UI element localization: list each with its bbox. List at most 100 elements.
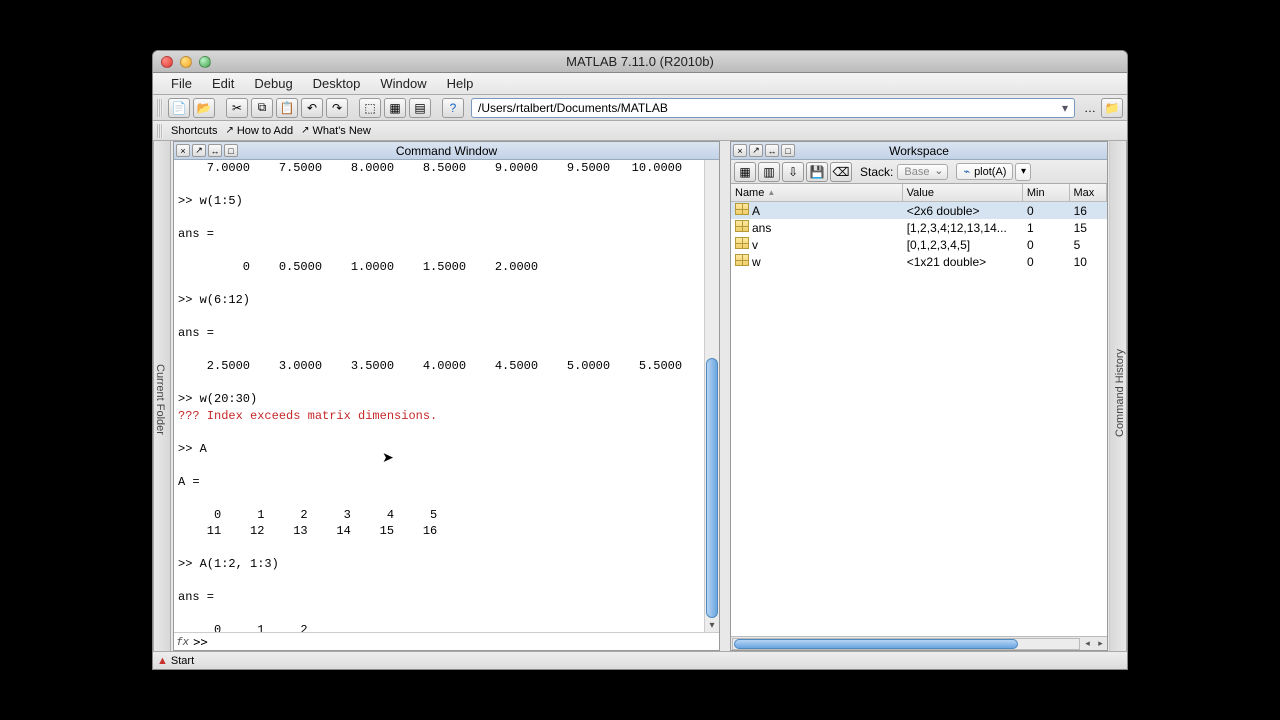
paste-button[interactable]: 📋 bbox=[276, 98, 298, 118]
output-line bbox=[178, 309, 700, 326]
shortcut-whats-new[interactable]: ↗ What's New bbox=[301, 125, 371, 137]
workspace-row[interactable]: ans[1,2,3,4;12,13,14...115 bbox=[731, 219, 1107, 236]
var-name: ans bbox=[731, 220, 903, 235]
command-history-tab[interactable]: Command History bbox=[1109, 141, 1127, 651]
workspace-body[interactable]: A<2x6 double>016ans[1,2,3,4;12,13,14...1… bbox=[731, 202, 1107, 636]
panel-maximize-button[interactable]: □ bbox=[781, 144, 795, 157]
panel-undock-button[interactable]: ↗ bbox=[192, 144, 206, 157]
menu-file[interactable]: File bbox=[161, 76, 202, 91]
var-max: 15 bbox=[1070, 221, 1107, 235]
menu-help[interactable]: Help bbox=[437, 76, 484, 91]
menu-desktop[interactable]: Desktop bbox=[303, 76, 371, 91]
clear-workspace-button[interactable]: ⌫ bbox=[830, 162, 852, 182]
current-folder-path[interactable]: /Users/rtalbert/Documents/MATLAB ▾ bbox=[471, 98, 1075, 118]
var-value: <1x21 double> bbox=[903, 255, 1023, 269]
output-line: 0 1 2 3 4 5 bbox=[178, 507, 700, 524]
menu-edit[interactable]: Edit bbox=[202, 76, 244, 91]
output-line: >> w(6:12) bbox=[178, 292, 700, 309]
column-header[interactable]: Max bbox=[1070, 184, 1107, 201]
browse-folder-button[interactable]: 📁 bbox=[1101, 98, 1123, 118]
command-window-title: Command Window bbox=[174, 144, 719, 158]
panel-undock-button[interactable]: ↗ bbox=[749, 144, 763, 157]
output-line bbox=[178, 606, 700, 623]
shortcut-icon: ↗ bbox=[225, 125, 233, 136]
workspace-panel: × ↗ ↔ □ Workspace ▦ ▥ ⇩ 💾 ⌫ Stack: Base … bbox=[730, 141, 1108, 651]
output-line bbox=[178, 424, 700, 441]
scrollbar-thumb[interactable] bbox=[706, 358, 718, 618]
menubar: File Edit Debug Desktop Window Help bbox=[153, 73, 1127, 95]
variable-icon bbox=[735, 254, 749, 266]
variable-icon bbox=[735, 203, 749, 215]
panel-maximize-button[interactable]: □ bbox=[224, 144, 238, 157]
stack-select[interactable]: Base bbox=[897, 164, 948, 180]
var-name: v bbox=[731, 237, 903, 252]
stack-label: Stack: bbox=[860, 165, 893, 179]
traffic-lights bbox=[161, 56, 211, 68]
minimize-window-button[interactable] bbox=[180, 56, 192, 68]
start-button[interactable]: Start bbox=[171, 655, 194, 667]
menu-window[interactable]: Window bbox=[370, 76, 436, 91]
plot-select[interactable]: ⌁ plot(A) bbox=[956, 163, 1013, 180]
output-line: >> A bbox=[178, 441, 700, 458]
redo-button[interactable]: ↷ bbox=[326, 98, 348, 118]
content-area: Current Folder × ↗ ↔ □ Command Window 7.… bbox=[153, 141, 1127, 651]
current-folder-tab[interactable]: Current Folder bbox=[153, 141, 171, 651]
workspace-header: × ↗ ↔ □ Workspace bbox=[731, 142, 1107, 160]
hscroll-thumb[interactable] bbox=[734, 639, 1018, 649]
shortcuts-grip bbox=[157, 124, 163, 138]
var-min: 0 bbox=[1023, 255, 1070, 269]
command-window-header: × ↗ ↔ □ Command Window bbox=[174, 142, 719, 160]
column-header[interactable]: Min bbox=[1023, 184, 1070, 201]
path-ellipsis[interactable]: … bbox=[1082, 101, 1098, 115]
new-file-button[interactable]: 📄 bbox=[168, 98, 190, 118]
open-file-button[interactable]: 📂 bbox=[193, 98, 215, 118]
scroll-down-icon[interactable]: ▾ bbox=[705, 620, 719, 631]
var-value: [1,2,3,4;12,13,14... bbox=[903, 221, 1023, 235]
output-line: ans = bbox=[178, 325, 700, 342]
menu-debug[interactable]: Debug bbox=[244, 76, 302, 91]
var-max: 5 bbox=[1070, 238, 1107, 252]
command-output[interactable]: 7.0000 7.5000 8.0000 8.5000 9.0000 9.500… bbox=[174, 160, 704, 632]
workspace-hscroll[interactable]: ◂ ▸ bbox=[731, 636, 1107, 650]
plot-dropdown-button[interactable]: ▾ bbox=[1015, 163, 1031, 181]
workspace-row[interactable]: v[0,1,2,3,4,5]05 bbox=[731, 236, 1107, 253]
new-variable-button[interactable]: ▦ bbox=[734, 162, 756, 182]
workspace-toolbar: ▦ ▥ ⇩ 💾 ⌫ Stack: Base ⌁ plot(A) ▾ bbox=[731, 160, 1107, 184]
panel-close-button[interactable]: × bbox=[176, 144, 190, 157]
command-prompt: >> bbox=[193, 635, 207, 649]
workspace-row[interactable]: A<2x6 double>016 bbox=[731, 202, 1107, 219]
undo-button[interactable]: ↶ bbox=[301, 98, 323, 118]
column-header[interactable]: Value bbox=[903, 184, 1023, 201]
close-window-button[interactable] bbox=[161, 56, 173, 68]
output-line bbox=[178, 457, 700, 474]
open-variable-button[interactable]: ▥ bbox=[758, 162, 780, 182]
output-line bbox=[178, 573, 700, 590]
output-line bbox=[178, 375, 700, 392]
command-input-row[interactable]: fx >> bbox=[174, 632, 719, 650]
var-max: 16 bbox=[1070, 204, 1107, 218]
panel-close-button[interactable]: × bbox=[733, 144, 747, 157]
workspace-row[interactable]: w<1x21 double>010 bbox=[731, 253, 1107, 270]
zoom-window-button[interactable] bbox=[199, 56, 211, 68]
import-data-button[interactable]: ⇩ bbox=[782, 162, 804, 182]
command-window-panel: × ↗ ↔ □ Command Window 7.0000 7.5000 8.0… bbox=[173, 141, 720, 651]
scroll-right-icon[interactable]: ▸ bbox=[1094, 638, 1107, 649]
column-header[interactable]: Name▲ bbox=[731, 184, 903, 201]
shortcut-how-to-add[interactable]: ↗ How to Add bbox=[225, 125, 293, 137]
scroll-left-icon[interactable]: ◂ bbox=[1081, 638, 1094, 649]
output-line bbox=[178, 490, 700, 507]
command-scrollbar[interactable]: ▾ bbox=[704, 160, 719, 632]
variable-icon bbox=[735, 237, 749, 249]
save-workspace-button[interactable]: 💾 bbox=[806, 162, 828, 182]
profiler-button[interactable]: ▤ bbox=[409, 98, 431, 118]
copy-button[interactable]: ⧉ bbox=[251, 98, 273, 118]
guide-button[interactable]: ▦ bbox=[384, 98, 406, 118]
simulink-button[interactable]: ⬚ bbox=[359, 98, 381, 118]
panel-minimize-button[interactable]: ↔ bbox=[765, 144, 779, 157]
help-button[interactable]: ? bbox=[442, 98, 464, 118]
path-dropdown-icon[interactable]: ▾ bbox=[1058, 101, 1072, 115]
panel-minimize-button[interactable]: ↔ bbox=[208, 144, 222, 157]
var-min: 1 bbox=[1023, 221, 1070, 235]
cut-button[interactable]: ✂ bbox=[226, 98, 248, 118]
var-name: w bbox=[731, 254, 903, 269]
